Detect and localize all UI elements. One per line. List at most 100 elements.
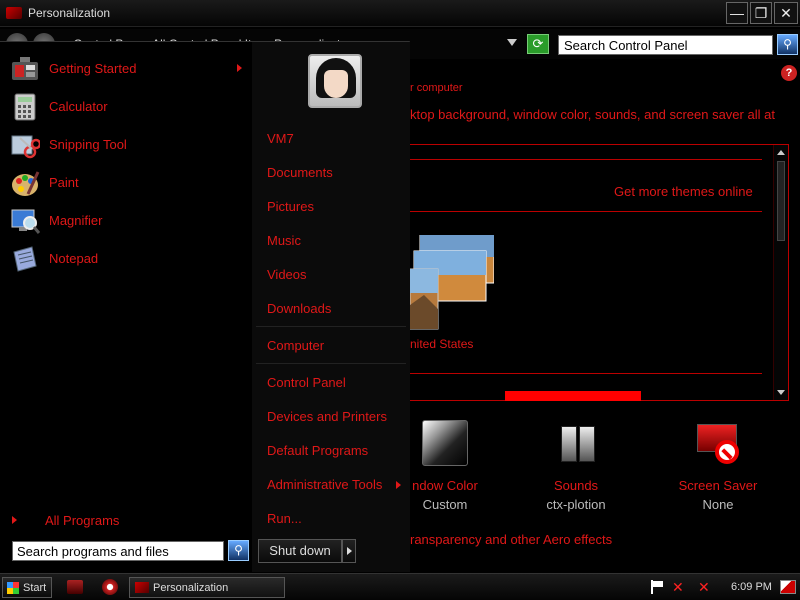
magnifier-icon xyxy=(11,209,40,234)
program-label: Calculator xyxy=(49,99,108,114)
link-devices-and-printers[interactable]: Devices and Printers xyxy=(267,409,387,424)
clock[interactable]: 6:09 PM xyxy=(731,581,772,593)
link-pictures[interactable]: Pictures xyxy=(267,199,314,214)
window-titlebar: Personalization — ❐ ✕ xyxy=(0,0,800,27)
start-button[interactable]: Start xyxy=(2,577,52,598)
address-dropdown-icon[interactable] xyxy=(507,39,517,46)
window-color-icon xyxy=(422,420,468,466)
sounds-item[interactable]: Sounds ctx-plotion xyxy=(536,420,616,512)
speaker-left xyxy=(561,426,577,462)
personalization-app-icon xyxy=(135,582,149,593)
network-icon[interactable]: ✕ xyxy=(672,580,686,594)
taskbar: Start Personalization ✕ ✕ 6:09 PM xyxy=(0,573,800,600)
start-menu-places-pane: VM7 Documents Pictures Music Videos Down… xyxy=(252,42,410,572)
link-user-folder[interactable]: VM7 xyxy=(267,131,294,146)
taskbar-item-label: Personalization xyxy=(153,582,229,594)
start-search-icon[interactable]: ⚲ xyxy=(228,540,249,561)
window-color-item[interactable]: ndow Color Custom xyxy=(405,420,485,512)
quicklaunch-desktop-icon[interactable] xyxy=(67,580,83,594)
start-label: Start xyxy=(23,582,47,594)
refresh-button[interactable]: ⟳ xyxy=(527,34,549,54)
transparency-link[interactable]: ransparency and other Aero effects xyxy=(410,532,612,547)
program-magnifier[interactable]: Magnifier xyxy=(10,204,248,238)
program-label: Magnifier xyxy=(49,213,103,228)
shutdown-button[interactable]: Shut down xyxy=(258,539,342,563)
program-getting-started[interactable]: Getting Started xyxy=(10,52,248,86)
no-symbol-icon xyxy=(715,440,739,464)
window-color-value: Custom xyxy=(422,497,468,512)
screen-saver-icon xyxy=(695,420,741,466)
paint-icon xyxy=(12,171,40,196)
link-control-panel[interactable]: Control Panel xyxy=(267,375,346,390)
getting-started-icon xyxy=(12,57,38,80)
divider xyxy=(410,373,762,374)
divider xyxy=(256,326,406,327)
theme-section-bar xyxy=(505,391,641,401)
themes-panel: Get more themes online nited States xyxy=(410,144,789,401)
link-default-programs[interactable]: Default Programs xyxy=(267,443,368,458)
show-desktop-icon[interactable] xyxy=(780,580,796,594)
link-run[interactable]: Run... xyxy=(267,511,302,526)
link-videos[interactable]: Videos xyxy=(267,267,307,282)
divider xyxy=(256,363,406,364)
all-programs-label: All Programs xyxy=(45,513,120,528)
screen-saver-label: Screen Saver xyxy=(678,478,758,493)
theme-label[interactable]: nited States xyxy=(410,337,473,351)
scroll-up-icon[interactable] xyxy=(777,150,785,155)
submenu-arrow-icon xyxy=(396,481,401,489)
page-description: ktop background, window color, sounds, a… xyxy=(410,107,775,122)
divider xyxy=(410,211,762,212)
scroll-thumb[interactable] xyxy=(777,161,785,241)
maximize-button[interactable]: ❐ xyxy=(750,2,772,24)
program-paint[interactable]: Paint xyxy=(10,166,248,200)
volume-icon[interactable]: ✕ xyxy=(698,580,712,594)
user-avatar[interactable] xyxy=(308,54,362,108)
get-more-themes-link[interactable]: Get more themes online xyxy=(614,184,753,199)
all-programs-button[interactable]: All Programs xyxy=(10,510,248,532)
calculator-icon xyxy=(14,93,36,121)
action-center-flag-icon[interactable] xyxy=(650,580,664,594)
submenu-arrow-icon xyxy=(237,64,242,72)
link-documents[interactable]: Documents xyxy=(267,165,333,180)
snipping-tool-icon xyxy=(11,135,40,159)
program-label: Paint xyxy=(49,175,79,190)
divider xyxy=(410,159,762,160)
scroll-down-icon[interactable] xyxy=(777,390,785,395)
program-label: Getting Started xyxy=(49,61,137,76)
taskbar-item-personalization[interactable]: Personalization xyxy=(129,577,285,598)
start-menu: Getting Started Calculator Snipping Tool xyxy=(0,41,410,572)
sounds-icon xyxy=(553,420,599,466)
all-programs-arrow-icon xyxy=(12,516,17,524)
screen-saver-item[interactable]: Screen Saver None xyxy=(674,420,762,512)
page-subtitle: r computer xyxy=(410,82,463,94)
windows-logo-icon xyxy=(7,582,19,594)
program-calculator[interactable]: Calculator xyxy=(10,90,248,124)
notepad-icon xyxy=(13,246,37,272)
search-icon[interactable]: ⚲ xyxy=(777,34,798,55)
quicklaunch-media-icon[interactable] xyxy=(102,579,118,595)
speaker-right xyxy=(579,426,595,462)
window-title: Personalization xyxy=(28,6,111,20)
program-label: Snipping Tool xyxy=(49,137,127,152)
start-search-input[interactable] xyxy=(12,541,224,561)
help-icon[interactable]: ? xyxy=(781,65,797,81)
sounds-value: ctx-plotion xyxy=(546,497,606,512)
control-panel-search-input[interactable] xyxy=(558,35,773,55)
link-music[interactable]: Music xyxy=(267,233,301,248)
window-color-label: ndow Color xyxy=(412,478,478,493)
minimize-button[interactable]: — xyxy=(726,2,748,24)
theme-thumbnail[interactable] xyxy=(410,235,494,330)
program-notepad[interactable]: Notepad xyxy=(10,242,248,276)
close-button[interactable]: ✕ xyxy=(774,2,798,24)
link-downloads[interactable]: Downloads xyxy=(267,301,331,316)
personalization-app-icon xyxy=(6,7,22,19)
shutdown-options-icon[interactable] xyxy=(342,539,356,563)
link-computer[interactable]: Computer xyxy=(267,338,324,353)
themes-scrollbar[interactable] xyxy=(773,145,788,400)
link-administrative-tools[interactable]: Administrative Tools xyxy=(267,477,382,492)
screen-saver-value: None xyxy=(702,497,734,512)
sounds-label: Sounds xyxy=(553,478,599,493)
start-menu-programs-pane: Getting Started Calculator Snipping Tool xyxy=(0,42,252,572)
program-snipping-tool[interactable]: Snipping Tool xyxy=(10,128,248,162)
program-label: Notepad xyxy=(49,251,99,266)
